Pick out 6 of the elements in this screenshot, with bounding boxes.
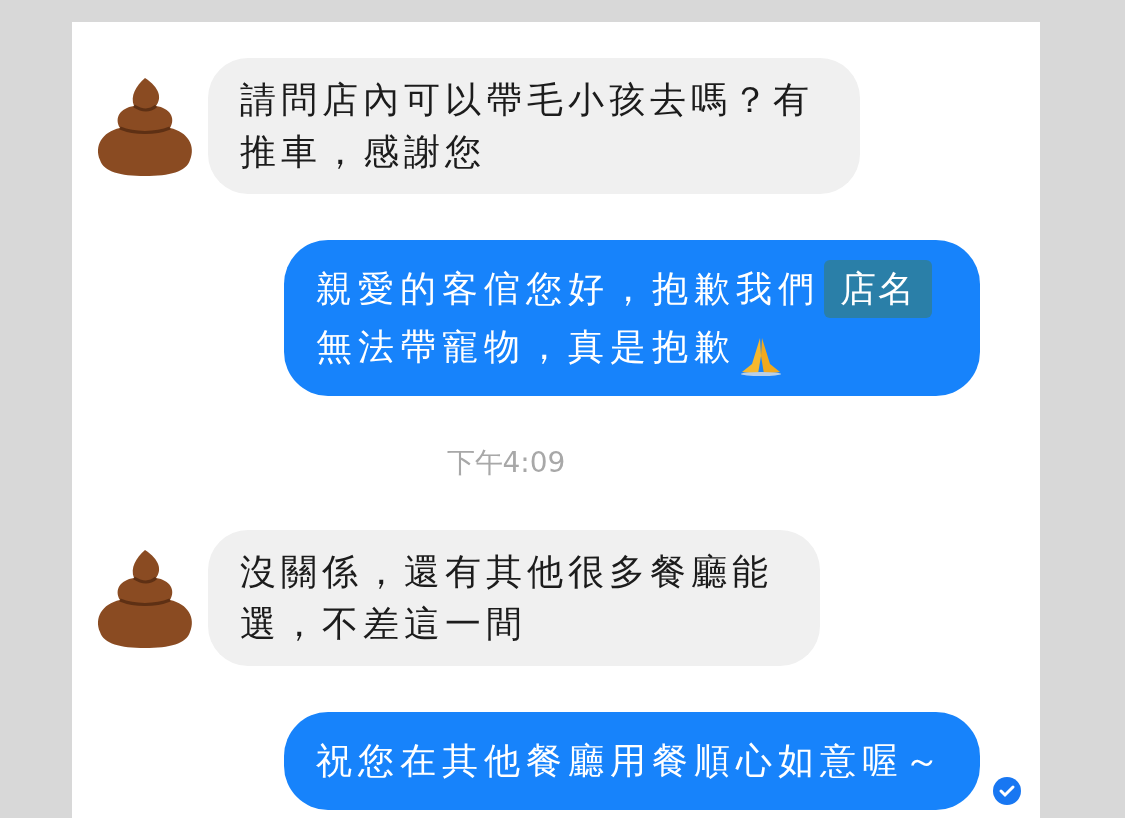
outgoing-message: 祝您在其他餐廳用餐順心如意喔～ — [284, 712, 980, 810]
name-label: 店名 — [824, 260, 932, 318]
outgoing-message: 親愛的客倌您好，抱歉我們 店名 無法帶寵物，真是抱歉 — [284, 240, 980, 396]
incoming-message: 請問店內可以帶毛小孩去嗎？有推車，感謝您 — [208, 58, 860, 194]
incoming-message: 沒關係，還有其他很多餐廳能選，不差這一間 — [208, 530, 820, 666]
timestamp: 下午4:09 — [446, 445, 566, 481]
